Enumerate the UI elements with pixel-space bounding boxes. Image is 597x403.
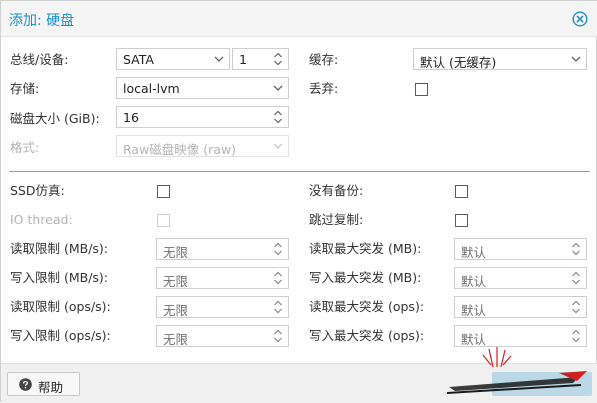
section-divider [9, 171, 590, 172]
read-burst-mb-label: 读取最大突发 (MB): [309, 241, 422, 256]
read-burst-mb-input[interactable]: 默认 [454, 238, 587, 260]
storage-label: 存储: [10, 81, 40, 96]
help-button[interactable]: 帮助 [7, 372, 80, 396]
cache-label: 缓存: [309, 52, 339, 67]
write-limit-ops-label: 写入限制 (ops/s): [10, 328, 111, 343]
spinner-arrows-icon[interactable] [566, 268, 586, 288]
device-number-spinner[interactable]: 1 [232, 48, 289, 70]
read-burst-ops-placeholder: 默认 [461, 303, 487, 318]
cache-select-value: 默认 (无缓存) [420, 55, 497, 70]
io-thread-checkbox [157, 214, 170, 227]
chevron-down-icon [268, 136, 288, 156]
read-limit-mbs-label: 读取限制 (MB/s): [10, 241, 109, 256]
ssd-emulation-checkbox[interactable] [157, 185, 170, 198]
write-burst-ops-label: 写入最大突发 (ops): [309, 328, 425, 343]
spinner-arrows-icon[interactable] [268, 107, 288, 127]
chevron-down-icon[interactable] [209, 49, 229, 69]
write-limit-mbs-input[interactable]: 无限 [156, 267, 289, 289]
read-limit-ops-input[interactable]: 无限 [156, 296, 289, 318]
discard-checkbox[interactable] [415, 83, 428, 96]
question-circle-icon [19, 378, 32, 391]
help-button-label: 帮助 [38, 380, 64, 395]
format-select: Raw磁盘映像 (raw) [116, 135, 289, 157]
read-limit-ops-label: 读取限制 (ops/s): [10, 299, 111, 314]
spinner-arrows-icon[interactable] [268, 239, 288, 259]
storage-select[interactable]: local-lvm [116, 77, 289, 99]
chevron-down-icon[interactable] [268, 78, 288, 98]
bus-select-value: SATA [123, 52, 154, 67]
chevron-down-icon[interactable] [566, 49, 586, 69]
read-limit-ops-placeholder: 无限 [163, 303, 189, 318]
spinner-arrows-icon[interactable] [566, 297, 586, 317]
disk-size-label: 磁盘大小 (GiB): [10, 111, 100, 126]
no-backup-label: 没有备份: [309, 183, 364, 198]
spinner-arrows-icon[interactable] [268, 268, 288, 288]
format-label: 格式: [10, 140, 40, 155]
no-backup-checkbox[interactable] [455, 185, 468, 198]
read-limit-mbs-input[interactable]: 无限 [156, 238, 289, 260]
spinner-arrows-icon[interactable] [268, 326, 288, 346]
io-thread-label: IO thread: [10, 212, 73, 227]
disk-size-value: 16 [123, 110, 139, 125]
add-hard-disk-dialog: 添加: 硬盘 总线/设备: SATA 1 存储: local-lvm 磁盘大小 … [0, 0, 597, 403]
read-limit-mbs-placeholder: 无限 [163, 245, 189, 260]
device-number-value: 1 [239, 52, 247, 67]
dialog-titlebar: 添加: 硬盘 [1, 1, 597, 37]
write-limit-mbs-placeholder: 无限 [163, 274, 189, 289]
skip-replication-label: 跳过复制: [309, 212, 364, 227]
write-limit-ops-placeholder: 无限 [163, 332, 189, 347]
write-burst-mb-input[interactable]: 默认 [454, 267, 587, 289]
cache-select[interactable]: 默认 (无缓存) [413, 48, 587, 70]
skip-replication-checkbox[interactable] [455, 214, 468, 227]
discard-label: 丢弃: [309, 81, 339, 96]
spinner-arrows-icon[interactable] [566, 239, 586, 259]
bus-select[interactable]: SATA [116, 48, 230, 70]
write-limit-ops-input[interactable]: 无限 [156, 325, 289, 347]
read-burst-mb-placeholder: 默认 [461, 245, 487, 260]
close-icon[interactable] [572, 11, 588, 27]
read-burst-ops-label: 读取最大突发 (ops): [309, 299, 425, 314]
write-limit-mbs-label: 写入限制 (MB/s): [10, 270, 109, 285]
disk-size-spinner[interactable]: 16 [116, 106, 289, 128]
bus-device-label: 总线/设备: [10, 52, 69, 67]
dialog-title: 添加: 硬盘 [9, 13, 75, 29]
storage-select-value: local-lvm [123, 81, 180, 96]
write-burst-mb-placeholder: 默认 [461, 274, 487, 289]
read-burst-ops-input[interactable]: 默认 [454, 296, 587, 318]
format-select-value: Raw磁盘映像 (raw) [123, 142, 237, 157]
ssd-emulation-label: SSD仿真: [10, 183, 65, 198]
spinner-arrows-icon[interactable] [268, 49, 288, 69]
watermark-logo [446, 347, 587, 394]
spinner-arrows-icon[interactable] [268, 297, 288, 317]
write-burst-mb-label: 写入最大突发 (MB): [309, 270, 422, 285]
